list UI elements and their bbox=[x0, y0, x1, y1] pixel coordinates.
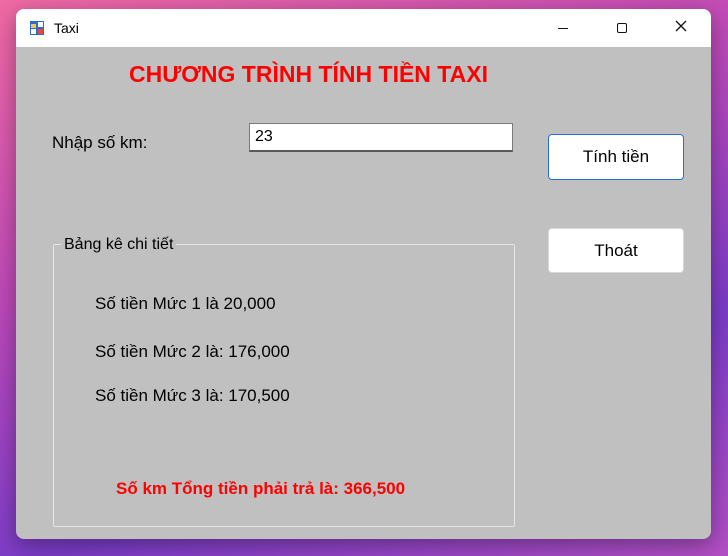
calculate-button[interactable]: Tính tiền bbox=[548, 134, 684, 180]
minimize-button[interactable] bbox=[540, 9, 586, 47]
taxi-window: Taxi CHƯƠNG TRÌNH TÍNH TIỀN TAXI Nhập số… bbox=[16, 9, 711, 539]
km-label: Nhập số km: bbox=[52, 133, 148, 152]
form-client-area: CHƯƠNG TRÌNH TÍNH TIỀN TAXI Nhập số km: … bbox=[16, 47, 711, 539]
app-window-icon bbox=[29, 20, 45, 36]
close-button[interactable] bbox=[658, 9, 704, 47]
details-group-title: Bảng kê chi tiết bbox=[61, 236, 177, 254]
close-icon bbox=[675, 19, 687, 37]
exit-button[interactable]: Thoát bbox=[548, 228, 684, 273]
level-3-amount: Số tiền Mức 3 là: 170,500 bbox=[95, 386, 290, 405]
km-input[interactable] bbox=[249, 123, 513, 152]
page-title: CHƯƠNG TRÌNH TÍNH TIỀN TAXI bbox=[129, 61, 488, 87]
maximize-icon bbox=[617, 23, 627, 33]
title-bar[interactable]: Taxi bbox=[16, 9, 711, 47]
details-groupbox: Bảng kê chi tiết Số tiền Mức 1 là 20,000… bbox=[53, 236, 515, 527]
total-amount: Số km Tổng tiền phải trả là: 366,500 bbox=[116, 479, 406, 498]
level-1-amount: Số tiền Mức 1 là 20,000 bbox=[95, 294, 276, 313]
minimize-icon bbox=[558, 27, 568, 29]
level-2-amount: Số tiền Mức 2 là: 176,000 bbox=[95, 342, 290, 361]
window-title: Taxi bbox=[54, 20, 79, 36]
maximize-button[interactable] bbox=[599, 9, 645, 47]
